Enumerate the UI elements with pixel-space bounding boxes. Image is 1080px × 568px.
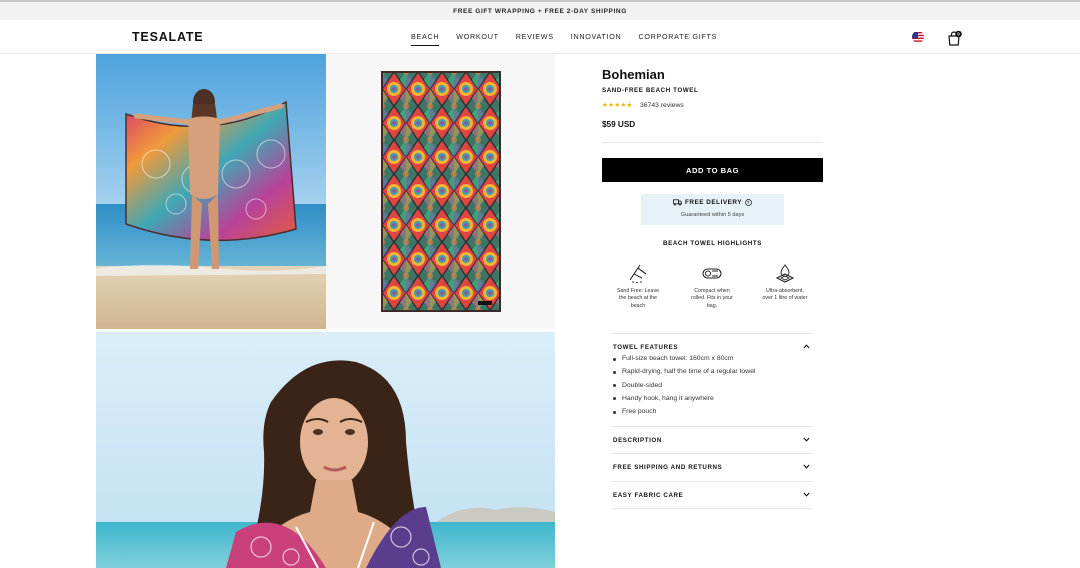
accordion-header-description[interactable]: DESCRIPTION: [612, 426, 812, 453]
us-flag-icon[interactable]: [912, 31, 924, 43]
product-image-towel-flat[interactable]: [326, 54, 555, 329]
accordion-label: EASY FABRIC CARE: [613, 492, 684, 499]
product-title: Bohemian: [602, 67, 665, 82]
announcement-bar: FREE GIFT WRAPPING + FREE 2-DAY SHIPPING: [0, 0, 1080, 20]
truck-icon: [673, 199, 682, 206]
product-subtitle: SAND-FREE BEACH TOWEL: [602, 87, 699, 94]
main-nav: BEACH WORKOUT REVIEWS INNOVATION CORPORA…: [411, 32, 717, 46]
chevron-up-icon[interactable]: [803, 344, 810, 349]
brand-logo[interactable]: TESALATE: [132, 30, 203, 44]
add-to-bag-button[interactable]: ADD TO BAG: [602, 158, 823, 182]
highlight-caption-line: Ultra-absorbent,: [766, 288, 804, 294]
chevron-down-icon[interactable]: [803, 437, 810, 442]
nav-corporate-gifts[interactable]: CORPORATE GIFTS: [638, 32, 717, 46]
highlight-caption-line: the beach at the: [619, 295, 657, 302]
nav-beach[interactable]: BEACH: [411, 32, 440, 46]
announcement-text: FREE GIFT WRAPPING + FREE 2-DAY SHIPPING: [453, 7, 627, 15]
free-delivery-title: FREE DELIVERY: [684, 199, 743, 206]
rating-stars[interactable]: ★★★★★: [602, 101, 633, 109]
highlight-caption-line: Sand Free: Leave: [616, 288, 660, 294]
highlight-absorbent: Ultra-absorbent, over 1 litre of water: [760, 264, 810, 303]
product-image-model-portrait[interactable]: [96, 332, 555, 568]
highlight-caption-line: bag.: [706, 302, 718, 309]
compact-roll-icon: [702, 268, 722, 279]
list-item: Full-size beach towel: 160cm x 80cm: [612, 355, 812, 368]
free-delivery-subtitle: Guaranteed within 5 days: [680, 212, 745, 218]
highlight-caption-line: beach: [630, 302, 646, 309]
free-delivery-banner: FREE DELIVERY ? Guaranteed within 5 days: [641, 194, 784, 225]
chevron-down-icon[interactable]: [803, 464, 810, 469]
reviews-count-link[interactable]: 36743 reviews: [640, 102, 684, 109]
list-item: Handy hook, hang it anywhere: [612, 395, 812, 408]
divider: [602, 142, 823, 143]
highlight-caption-line: over 1 litre of water: [762, 295, 808, 302]
absorbent-icon: [775, 264, 795, 283]
list-item: Double-sided: [612, 382, 812, 395]
nav-workout[interactable]: WORKOUT: [456, 32, 498, 46]
info-icon[interactable]: ?: [745, 199, 752, 206]
accordion-fabric-care: EASY FABRIC CARE: [612, 481, 812, 508]
site-header: TESALATE BEACH WORKOUT REVIEWS INNOVATIO…: [0, 20, 1080, 54]
accordion-description: DESCRIPTION: [612, 426, 812, 453]
accordion-label: TOWEL FEATURES: [613, 344, 679, 351]
sand-free-icon: [629, 264, 647, 284]
list-item: Free pouch: [612, 408, 812, 421]
svg-text:?: ?: [747, 200, 750, 205]
accordion-header-fabric-care[interactable]: EASY FABRIC CARE: [612, 481, 812, 508]
highlights-title: BEACH TOWEL HIGHLIGHTS: [663, 240, 762, 247]
cart-icon[interactable]: 0: [946, 30, 962, 46]
list-item: Rapid-drying, half the time of a regular…: [612, 368, 812, 381]
accordion-shipping: FREE SHIPPING AND RETURNS: [612, 453, 812, 480]
nav-innovation[interactable]: INNOVATION: [571, 32, 622, 46]
highlight-sand-free: Sand Free: Leave the beach at the beach: [613, 264, 663, 310]
nav-reviews[interactable]: REVIEWS: [516, 32, 554, 46]
product-image-beach-back[interactable]: [96, 54, 326, 329]
product-gallery: [96, 54, 555, 568]
highlight-compact: Compact when rolled. Fits in your bag.: [687, 264, 737, 310]
accordion-label: DESCRIPTION: [613, 437, 662, 444]
accordion-header-shipping[interactable]: FREE SHIPPING AND RETURNS: [612, 453, 812, 480]
product-price: $59 USD: [602, 120, 636, 129]
divider: [612, 508, 812, 509]
accordion-label: FREE SHIPPING AND RETURNS: [613, 464, 723, 471]
chevron-down-icon[interactable]: [803, 492, 810, 497]
highlight-caption-line: rolled. Fits in your: [691, 295, 733, 302]
towel-features-list: Full-size beach towel: 160cm x 80cm Rapi…: [612, 355, 812, 421]
highlight-caption-line: Compact when: [694, 288, 730, 294]
